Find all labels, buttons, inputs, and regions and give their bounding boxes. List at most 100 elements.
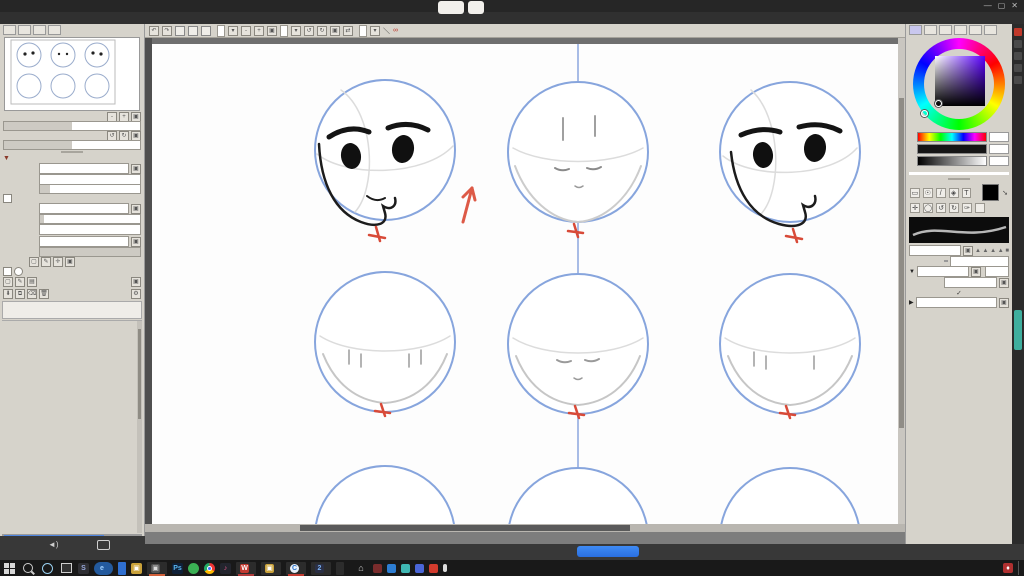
tray-app-teal[interactable] [401,564,410,573]
zoom-in-button[interactable]: + [119,112,129,122]
window-button-kejian[interactable]: ▣ [261,562,281,575]
duplicate-layer-button[interactable]: ⧉ [15,289,25,299]
scratchpad-tab[interactable] [969,25,982,35]
bristle-value[interactable] [985,266,1009,277]
close-button[interactable]: ✕ [1011,0,1018,12]
lock-transparency-button[interactable]: ▢ [29,257,39,267]
angle-reset-button[interactable]: ▣ [131,131,141,141]
brush-shape-select[interactable] [917,266,969,277]
color-swatch-2[interactable] [188,26,198,36]
photoshop-icon[interactable]: Ps [172,563,183,574]
bucket-icon[interactable]: ◈ [949,188,959,198]
sv-square[interactable] [935,56,985,106]
s-value[interactable] [989,144,1009,154]
move-tool-icon[interactable]: ✛ [910,203,920,213]
empty-tool-slot[interactable] [975,203,985,213]
lock-move-button[interactable]: ✛ [53,257,63,267]
rotate2-tool-icon[interactable]: ↻ [949,203,959,213]
strip-icon-2[interactable] [1014,52,1022,60]
lasso-icon[interactable]: ☉ [923,188,933,198]
direction-menu-button[interactable]: ▣ [999,278,1009,288]
navigator-thumbnail[interactable] [4,37,140,111]
flip-horizontal-button[interactable]: ⇄ [343,26,353,36]
undo-button[interactable]: ↶ [149,26,159,36]
brush-tip-shapes[interactable]: ▲ ▲ ▲ ▲ ■ [975,248,1009,254]
brush-shape-menu-button[interactable]: ▣ [971,267,981,277]
v-slider[interactable] [917,156,987,166]
h-slider[interactable] [917,132,987,142]
green-app-icon[interactable] [188,563,199,574]
task-view-icon[interactable] [59,562,73,575]
delete-layer-button[interactable]: 🗑 [39,289,49,299]
new-pen-layer-button[interactable]: ✎ [15,277,25,287]
sv-marker[interactable] [935,100,942,107]
canvas-hscrollbar[interactable] [145,524,905,532]
paper-strength-input[interactable] [39,174,141,185]
rotate-ccw-button[interactable]: ↺ [107,131,117,141]
effect-width-slider[interactable] [39,214,141,224]
effects-section-header[interactable]: ▼ [0,154,144,163]
camera-icon[interactable]: ⌂ [354,562,368,575]
layer-list-scrollbar[interactable] [137,321,142,533]
lock-all-button[interactable]: ▣ [65,257,75,267]
navigator-tab[interactable] [3,25,16,35]
s-slider[interactable] [917,144,987,154]
search-icon[interactable] [21,562,35,575]
red-app-icon[interactable] [373,564,382,573]
window-button-sai[interactable]: ▣ [147,562,167,575]
strip-icon-3[interactable] [1014,64,1022,72]
clipping-mask-checkbox[interactable] [3,267,12,276]
new-folder-button[interactable]: ▤ [27,277,37,287]
cortana-icon[interactable] [40,562,54,575]
effect-strength-input[interactable] [39,224,141,235]
navigator-tab[interactable] [48,25,61,35]
eyedropper-icon[interactable]: ✑ [962,203,972,213]
microphone-icon[interactable] [443,564,447,572]
canvas-area[interactable] [145,38,905,524]
color-wheel-tab[interactable] [909,25,922,35]
effect-select[interactable] [39,203,129,214]
zoom-reset-button[interactable]: ▣ [131,112,141,122]
color-swatch-3[interactable] [201,26,211,36]
music-app-icon[interactable]: ♪ [220,563,231,574]
clear-layer-button[interactable]: ⌫ [27,289,37,299]
v-value[interactable] [989,156,1009,166]
layer-settings-button[interactable]: ⚙ [131,289,141,299]
size-unit-toggle[interactable] [944,260,948,262]
layer-menu-button[interactable]: ▣ [131,277,141,287]
rotate-tool-icon[interactable]: ↺ [936,203,946,213]
brush-blend-select[interactable] [909,245,961,256]
new-layer-button[interactable]: ▢ [3,277,13,287]
brush-size-input[interactable] [950,256,1009,267]
canvas-angle-value[interactable] [280,25,288,37]
tray-app-red[interactable] [429,564,438,573]
blend-mode-menu-button[interactable]: ▣ [131,237,141,247]
cctalk-action-button[interactable] [577,546,639,557]
selection-source-radio[interactable] [14,267,23,276]
app-s-icon[interactable]: S [78,563,89,574]
rect-select-icon[interactable]: ▭ [910,188,920,198]
window-button-pptx[interactable]: W [236,562,256,575]
h-value[interactable] [989,132,1009,142]
stream-volume-icon[interactable]: ◄) [48,540,59,550]
color-wheel[interactable] [913,38,1005,130]
minimize-button[interactable]: — [984,0,992,12]
window-button-meilian[interactable]: 2 [311,562,331,575]
strip-icon-1[interactable] [1014,40,1022,48]
effect-menu-button[interactable]: ▣ [131,204,141,214]
canvas-rotate-cw-button[interactable]: ↻ [317,26,327,36]
brush-texture-select[interactable] [916,297,997,308]
lock-pen-button[interactable]: ✎ [41,257,51,267]
navigator-tab[interactable] [18,25,31,35]
stabilizer-menu-button[interactable]: ▾ [370,26,380,36]
canvas-zoom-value[interactable] [217,25,225,37]
start-button[interactable] [2,562,16,575]
angle-menu-button[interactable]: ▾ [291,26,301,36]
canvas-zoom-in-button[interactable]: + [254,26,264,36]
zoom-tool-icon[interactable]: ◯ [923,203,933,213]
swatches-tab[interactable] [954,25,967,35]
color-swatch-1[interactable] [175,26,185,36]
hue-marker[interactable] [921,110,928,117]
merge-down-button[interactable]: ⬇ [3,289,13,299]
canvas-zoom-fit-button[interactable]: ▣ [267,26,277,36]
